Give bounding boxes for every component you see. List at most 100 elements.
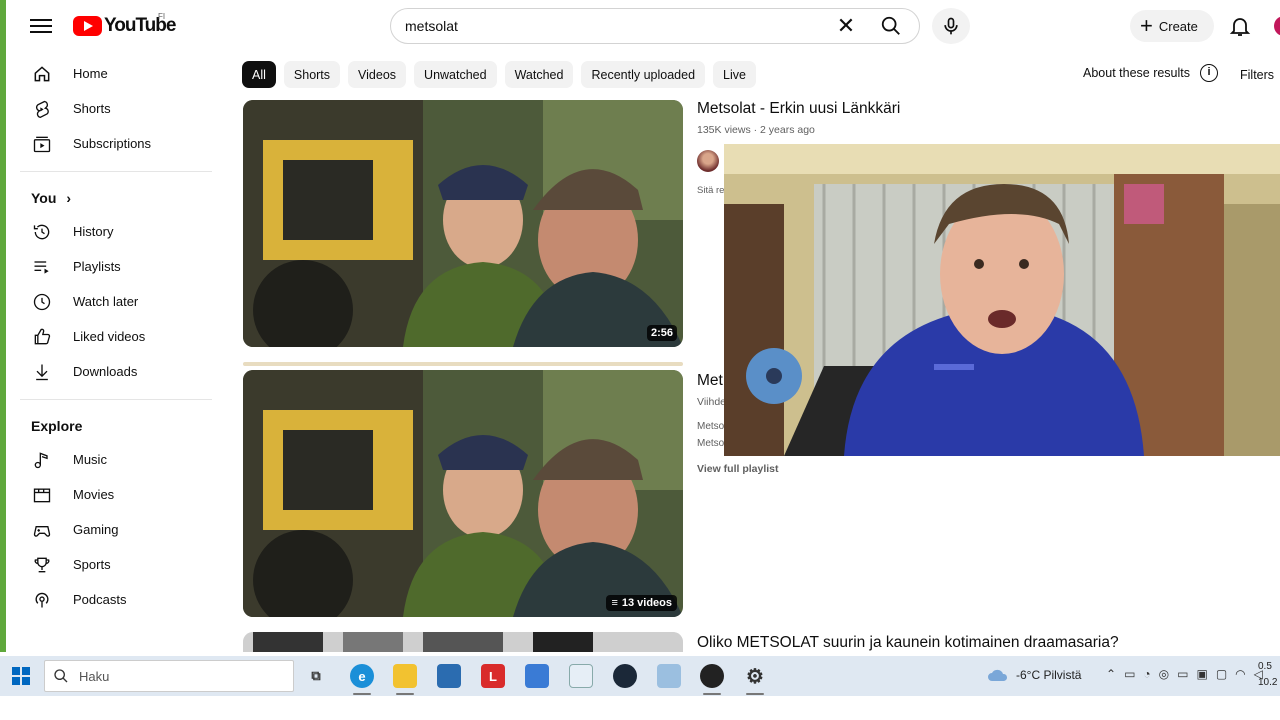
video-thumbnail[interactable]: [243, 632, 683, 652]
bell-icon: [1229, 18, 1251, 36]
divider: [20, 171, 212, 172]
thumbnail-image: [243, 370, 683, 617]
playlists-icon: [31, 256, 53, 278]
sidebar-item-label: Liked videos: [73, 329, 146, 344]
filters-button[interactable]: Filters: [1240, 68, 1274, 82]
microphone-icon: [944, 17, 958, 35]
about-results-label: About these results: [1083, 66, 1191, 80]
record-app-icon[interactable]: [700, 664, 724, 688]
history-icon: [31, 221, 53, 243]
search-input[interactable]: [405, 18, 805, 34]
menu-icon[interactable]: [30, 16, 52, 36]
sidebar-item-label: History: [73, 224, 114, 239]
chevron-up-icon[interactable]: ⌃: [1106, 667, 1116, 681]
display-icon[interactable]: ▣: [1196, 667, 1207, 681]
tray-app-icon[interactable]: ◔: [1143, 667, 1150, 681]
tray-app-icon[interactable]: ◎: [1159, 667, 1169, 681]
sidebar-explore-heading: Explore: [6, 410, 212, 442]
sidebar-item-movies[interactable]: Movies: [6, 477, 212, 512]
video-thumbnail[interactable]: 2:56: [243, 100, 683, 347]
steam-icon[interactable]: [613, 664, 637, 688]
screen: YouTube FI ✕ + Create: [0, 0, 1280, 720]
sidebar-item-label: Downloads: [73, 364, 138, 379]
tray-app-icon[interactable]: ▢: [1216, 667, 1227, 681]
thumbnail-image: [243, 100, 683, 347]
chevron-right-icon: ›: [66, 190, 72, 206]
country-code: FI: [158, 12, 166, 21]
video-description: Sitä re: [697, 185, 725, 196]
youtube-page: YouTube FI ✕ + Create: [6, 0, 1280, 652]
sidebar-you-heading[interactable]: You ›: [6, 182, 212, 214]
settings-gear-icon[interactable]: ⚙: [743, 664, 767, 688]
sidebar-item-shorts[interactable]: Shorts: [6, 91, 212, 126]
search-button[interactable]: [863, 8, 919, 44]
chip-watched[interactable]: Watched: [504, 61, 574, 88]
notepad-icon[interactable]: [569, 664, 593, 688]
music-icon: [31, 449, 53, 471]
outlook-icon[interactable]: [525, 664, 549, 688]
sidebar-item-home[interactable]: Home: [6, 56, 212, 91]
sidebar-item-music[interactable]: Music: [6, 442, 212, 477]
create-label: Create: [1158, 18, 1198, 34]
chip-live[interactable]: Live: [713, 61, 756, 88]
info-icon: i: [1200, 64, 1219, 82]
pen-app-icon[interactable]: [657, 664, 681, 688]
l-app-icon[interactable]: L: [481, 664, 505, 688]
you-heading: You: [31, 190, 57, 206]
voice-search-button[interactable]: [932, 8, 970, 44]
tray-app-icon[interactable]: ▭: [1124, 667, 1135, 681]
sidebar-item-watch-later[interactable]: Watch later: [6, 284, 212, 319]
playlist-title[interactable]: Met: [697, 372, 727, 390]
liked-icon: [31, 326, 53, 348]
task-view-icon[interactable]: ⧉: [304, 664, 328, 688]
windows-start-icon[interactable]: [12, 667, 30, 685]
cloud-icon: [988, 669, 1008, 681]
playlist-video-line: Metso: [697, 421, 725, 432]
divider: [20, 399, 212, 400]
battery-icon[interactable]: ▭: [1177, 667, 1188, 681]
create-button[interactable]: + Create: [1130, 10, 1214, 42]
active-app-indicator: [353, 693, 371, 695]
view-full-playlist-link[interactable]: View full playlist: [697, 463, 779, 475]
webcam-overlay: [724, 144, 1280, 456]
sidebar-item-podcasts[interactable]: Podcasts: [6, 582, 212, 617]
sidebar-item-downloads[interactable]: Downloads: [6, 354, 212, 389]
movies-icon: [31, 484, 53, 506]
sidebar: Home Shorts Subscriptions You › History: [6, 56, 212, 617]
clock-date: 10.2: [1258, 677, 1278, 688]
clear-search-icon[interactable]: ✕: [835, 15, 857, 38]
video-title[interactable]: Metsolat - Erkin uusi Länkkäri: [697, 100, 900, 118]
playlist-icon: ≡: [611, 597, 618, 609]
active-app-indicator: [703, 693, 721, 695]
account-avatar[interactable]: [1274, 16, 1280, 36]
channel-avatar[interactable]: [697, 150, 719, 172]
youtube-play-icon: [73, 16, 102, 36]
active-app-indicator: [746, 693, 764, 695]
taskbar-search-placeholder: Haku: [79, 668, 110, 684]
sidebar-item-liked-videos[interactable]: Liked videos: [6, 319, 212, 354]
taskbar-search[interactable]: Haku: [44, 660, 294, 692]
playlist-thumbnail[interactable]: ≡ 13 videos: [243, 370, 683, 617]
about-results-link[interactable]: About these results i: [1083, 64, 1219, 82]
store-icon[interactable]: [437, 664, 461, 688]
playlist-count: 13 videos: [621, 597, 672, 609]
below-taskbar: [0, 696, 1280, 720]
notifications-button[interactable]: [1228, 14, 1252, 38]
sidebar-item-gaming[interactable]: Gaming: [6, 512, 212, 547]
file-explorer-icon[interactable]: [393, 664, 417, 688]
video-title[interactable]: Oliko METSOLAT suurin ja kaunein kotimai…: [697, 634, 1119, 652]
chip-unwatched[interactable]: Unwatched: [414, 61, 497, 88]
sidebar-item-history[interactable]: History: [6, 214, 212, 249]
weather-widget[interactable]: -6°C Pilvistä: [986, 667, 1081, 683]
chip-videos[interactable]: Videos: [348, 61, 407, 88]
chip-recently-uploaded[interactable]: Recently uploaded: [581, 61, 706, 88]
chip-shorts[interactable]: Shorts: [283, 61, 341, 88]
sidebar-item-label: Podcasts: [73, 592, 127, 607]
sidebar-item-sports[interactable]: Sports: [6, 547, 212, 582]
sidebar-item-playlists[interactable]: Playlists: [6, 249, 212, 284]
taskbar-clock[interactable]: 0.5 10.2: [1258, 659, 1277, 691]
sidebar-item-subscriptions[interactable]: Subscriptions: [6, 126, 212, 161]
wifi-icon[interactable]: ◠: [1235, 667, 1245, 681]
edge-browser-icon[interactable]: e: [350, 664, 374, 688]
chip-all[interactable]: All: [242, 61, 276, 88]
